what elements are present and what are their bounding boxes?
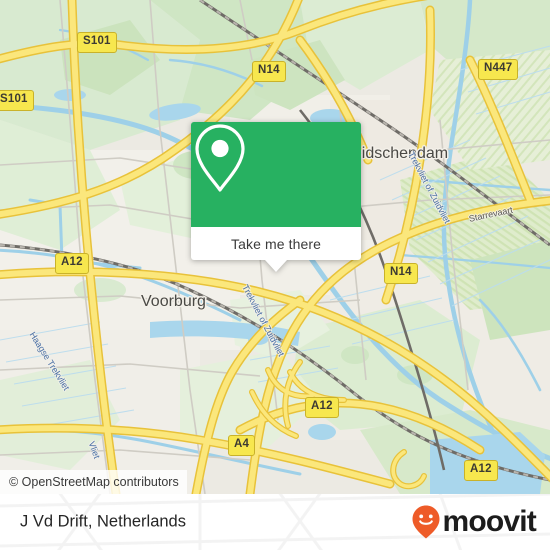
bottom-bar: J Vd Drift, Netherlands moovit xyxy=(0,494,550,550)
road-shield: N14 xyxy=(384,263,418,284)
road-shield: A4 xyxy=(228,435,256,456)
road-shield: A12 xyxy=(305,397,339,418)
screenshot-root: Leidschendam Voorburg Trekvliet of Zuidv… xyxy=(0,0,550,550)
place-title: J Vd Drift, Netherlands xyxy=(20,512,186,531)
take-me-there-label: Take me there xyxy=(230,235,321,252)
road-shield: A12 xyxy=(55,253,89,274)
map-pin-icon xyxy=(195,124,245,192)
location-popup-card[interactable]: Take me there xyxy=(191,122,361,272)
attribution-text: © OpenStreetMap contributors xyxy=(9,475,179,489)
road-shield: A12 xyxy=(464,460,498,481)
popup-tail xyxy=(265,260,287,272)
road-shield: S101 xyxy=(77,32,117,53)
road-shield: S101 xyxy=(0,90,34,111)
map-attribution: © OpenStreetMap contributors xyxy=(0,470,187,494)
road-shield: N447 xyxy=(478,59,519,80)
map-canvas[interactable]: Leidschendam Voorburg Trekvliet of Zuidv… xyxy=(0,0,550,494)
road-shield: N14 xyxy=(252,61,286,82)
moovit-wordmark: moovit xyxy=(442,505,536,538)
moovit-pin-smiley-icon xyxy=(412,505,440,539)
popup-header xyxy=(191,122,361,227)
popup-footer[interactable]: Take me there xyxy=(191,227,361,272)
moovit-brand: moovit xyxy=(411,504,537,540)
